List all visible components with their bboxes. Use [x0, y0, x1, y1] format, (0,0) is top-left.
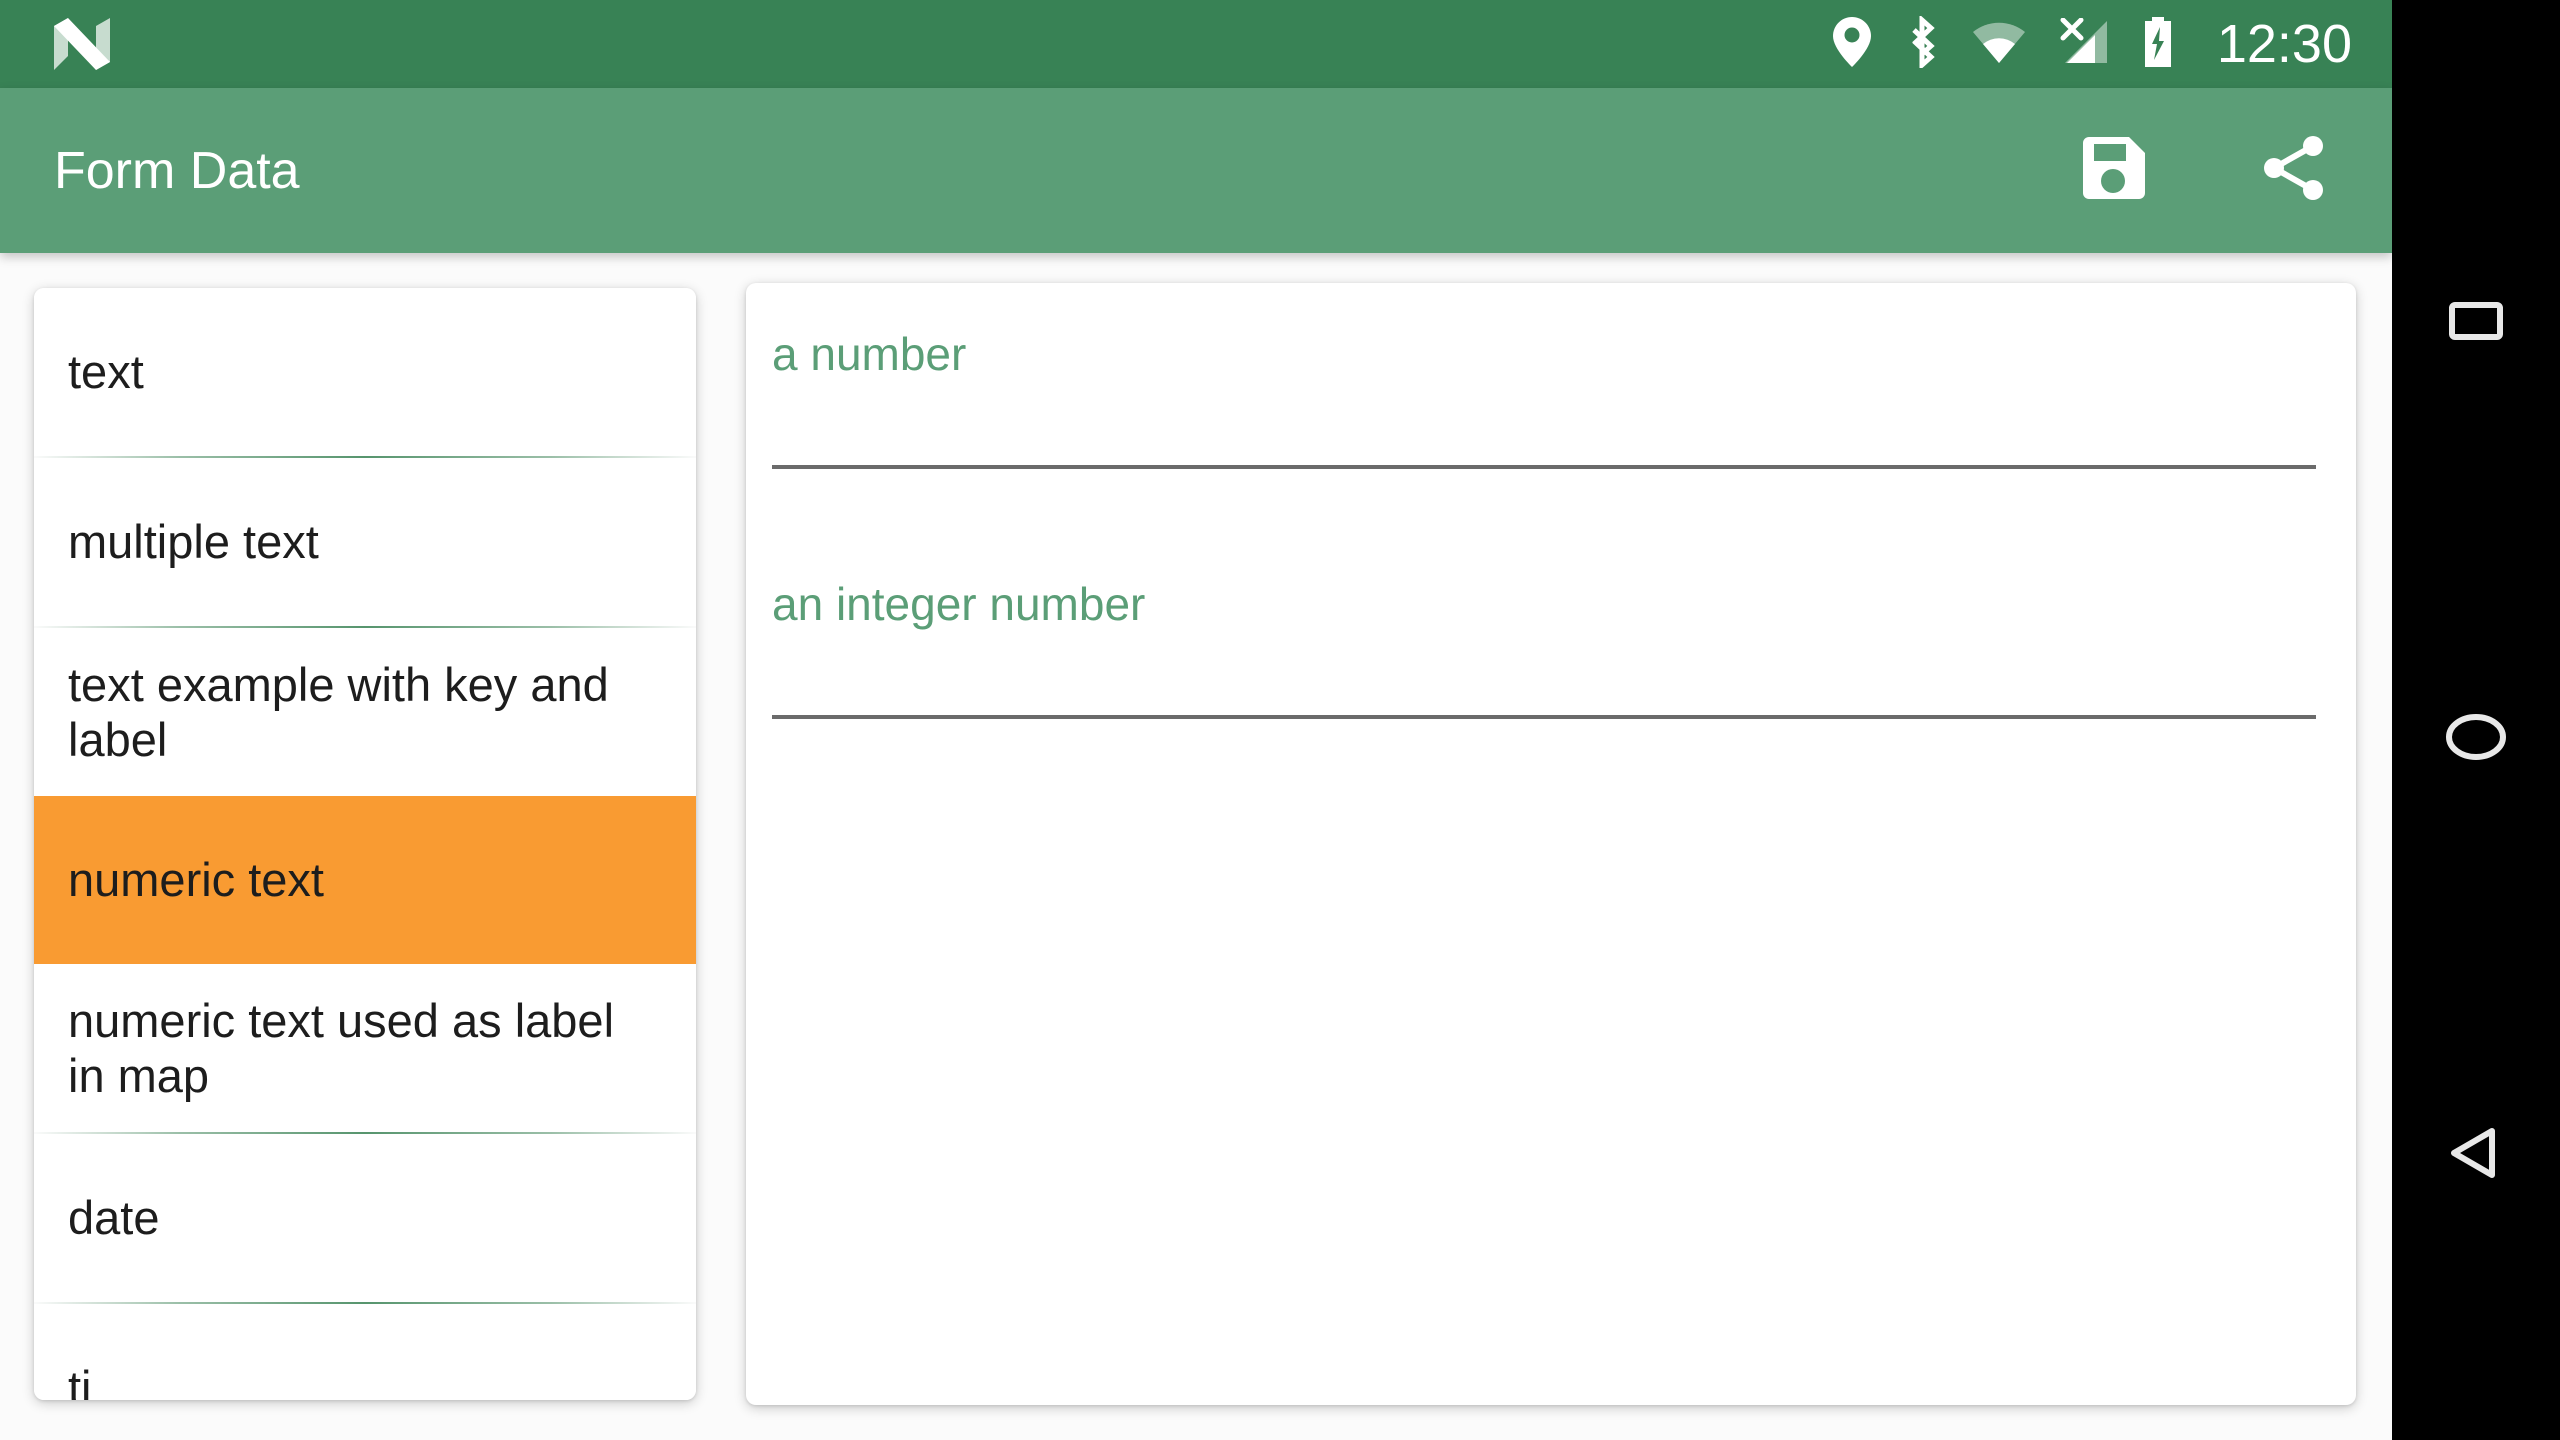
field-label: an integer number	[772, 578, 1146, 630]
list-item-label: text example with key and label	[68, 657, 609, 766]
status-clock: 12:30	[2216, 14, 2352, 74]
list-item-label: text	[68, 345, 144, 399]
list-item[interactable]: numeric text used as label in map	[34, 964, 696, 1132]
list-item[interactable]: multiple text	[34, 458, 696, 626]
list-item-label: multiple text	[68, 515, 319, 569]
navigation-bar	[2392, 0, 2560, 1440]
save-button[interactable]	[2072, 129, 2156, 213]
cellular-no-sim-icon	[2057, 17, 2111, 71]
battery-charging-icon	[2141, 15, 2175, 74]
field-label: a number	[772, 328, 967, 380]
bluetooth-icon	[1903, 13, 1941, 73]
circle-icon	[2443, 704, 2509, 775]
device-frame: 12:30 Form Data text multiple text text …	[0, 0, 2560, 1440]
app-viewport: 12:30 Form Data text multiple text text …	[0, 0, 2392, 1440]
triangle-back-icon	[2444, 1121, 2508, 1190]
form-field-number: a number	[772, 317, 2316, 469]
form-field-integer: an integer number	[772, 567, 2316, 719]
list-item[interactable]: ti	[34, 1304, 696, 1400]
list-item-label: numeric text	[68, 853, 324, 907]
square-icon	[2446, 291, 2506, 356]
share-icon	[2257, 131, 2331, 210]
location-pin-icon	[1831, 16, 1873, 73]
wifi-icon	[1971, 19, 2027, 70]
recents-button[interactable]	[2421, 268, 2531, 378]
home-button[interactable]	[2421, 684, 2531, 794]
integer-input[interactable]	[772, 627, 2316, 715]
list-item[interactable]: text	[34, 288, 696, 456]
list-item-selected[interactable]: numeric text	[34, 796, 696, 964]
field-type-list: text multiple text text example with key…	[34, 288, 696, 1400]
android-n-logo-icon	[52, 16, 112, 72]
back-button[interactable]	[2421, 1100, 2531, 1210]
form-panel: a number an integer number	[746, 283, 2356, 1405]
list-item[interactable]: text example with key and label	[34, 628, 696, 796]
field-underline	[772, 715, 2316, 719]
status-bar-icons: 12:30	[1831, 0, 2352, 88]
number-input[interactable]	[772, 377, 2316, 465]
save-floppy-icon	[2077, 131, 2151, 210]
field-spacer	[772, 469, 2316, 567]
share-button[interactable]	[2252, 129, 2336, 213]
list-item[interactable]: date	[34, 1134, 696, 1302]
list-item-label: date	[68, 1191, 160, 1245]
status-bar: 12:30	[0, 0, 2392, 88]
page-title: Form Data	[54, 141, 300, 200]
content-area: text multiple text text example with key…	[0, 253, 2392, 1440]
field-underline	[772, 465, 2316, 469]
list-item-label: ti	[68, 1361, 92, 1400]
app-bar-actions	[2072, 88, 2336, 253]
list-item-label: numeric text used as label in map	[68, 993, 615, 1102]
app-bar: Form Data	[0, 88, 2392, 253]
